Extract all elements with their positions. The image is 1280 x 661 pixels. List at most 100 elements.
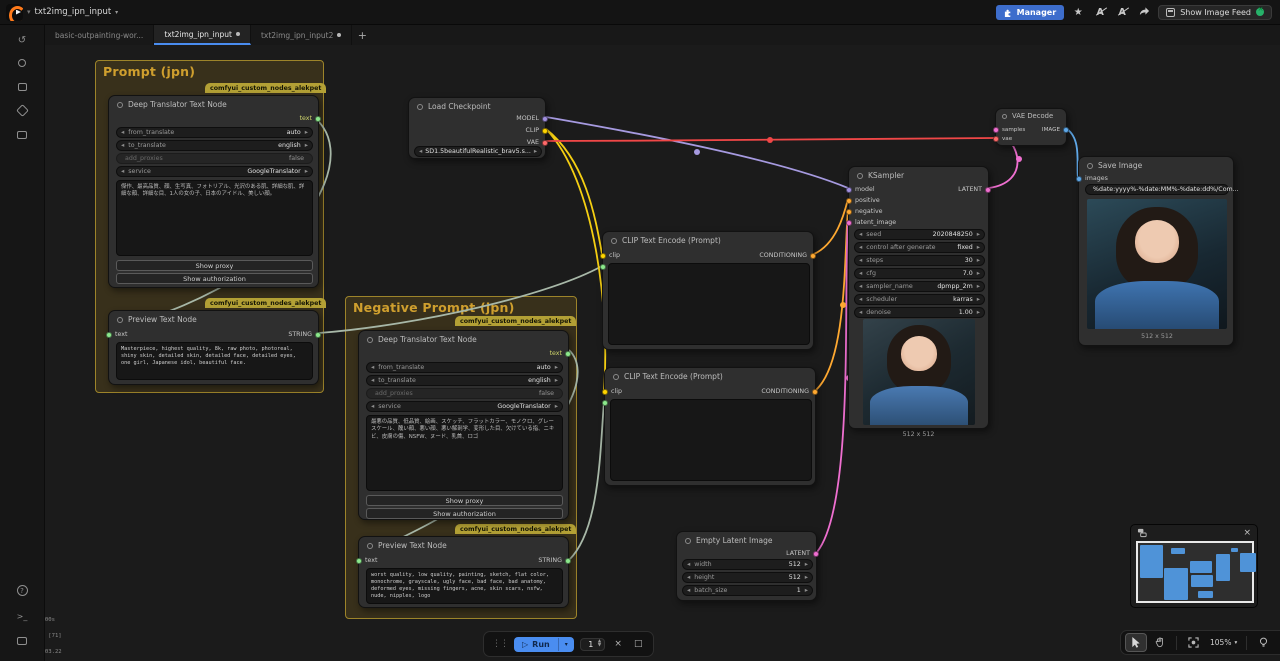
prev-arrow-icon[interactable]: ◂ — [419, 148, 422, 155]
count-spinner[interactable]: ▲▼ — [598, 640, 601, 649]
node-canvas[interactable]: Prompt (jpn) Negative Prompt (jpn) — [0, 0, 1280, 661]
minimap-layers-icon[interactable] — [1137, 528, 1148, 538]
terminal-icon[interactable]: >_ — [14, 609, 30, 625]
output-latent[interactable]: LATENT — [958, 186, 991, 193]
cancel-run-button[interactable]: × — [611, 639, 625, 649]
output-text[interactable]: text — [300, 115, 321, 122]
collapse-dot-icon[interactable] — [1087, 163, 1093, 169]
show-proxy-button[interactable]: Show proxy — [366, 495, 563, 506]
output-string[interactable]: STRING — [288, 331, 321, 338]
collapse-dot-icon[interactable] — [613, 374, 619, 380]
collapse-dot-icon[interactable] — [685, 538, 691, 544]
prev-arrow-icon[interactable]: ◂ — [687, 574, 690, 581]
prompt-textarea[interactable]: 最悪の品質、低品質、絵画、スケッチ、フラットカラー、モノクロ、グレースケール、醜… — [366, 415, 563, 491]
drag-handle-icon[interactable]: ⋮⋮ — [492, 639, 508, 649]
hide-labels-icon[interactable]: A — [1114, 7, 1130, 18]
node-load-checkpoint[interactable]: Load Checkpoint MODEL CLIP VAE ◂SD1.5bea… — [408, 97, 546, 159]
next-arrow-icon[interactable]: ▸ — [305, 129, 308, 136]
node-save-image[interactable]: Save Image images %date:yyyy%-%date:MM%-… — [1078, 156, 1234, 346]
output-image[interactable]: IMAGE — [1042, 127, 1069, 133]
input-latent-image[interactable]: latent_image — [846, 219, 896, 226]
prev-arrow-icon[interactable]: ◂ — [859, 270, 862, 277]
output-latent[interactable]: LATENT — [786, 550, 819, 557]
next-arrow-icon[interactable]: ▸ — [805, 574, 808, 581]
show-authorization-button[interactable]: Show authorization — [366, 508, 563, 519]
new-tab-button[interactable]: + — [352, 25, 372, 45]
collapse-dot-icon[interactable] — [1002, 114, 1007, 119]
output-model[interactable]: MODEL — [516, 115, 548, 122]
preview-text-area[interactable]: worst quality, low quality, painting, sk… — [366, 568, 563, 604]
next-arrow-icon[interactable]: ▸ — [534, 148, 537, 155]
collapse-dot-icon[interactable] — [417, 104, 423, 110]
workflows-history-icon[interactable]: ↺ — [14, 33, 30, 49]
node-library-icon[interactable] — [14, 81, 30, 97]
prev-arrow-icon[interactable]: ◂ — [859, 257, 862, 264]
queue-icon[interactable] — [14, 57, 30, 73]
node-vae-decode[interactable]: VAE Decode samples IMAGE vae — [995, 108, 1067, 146]
prev-arrow-icon[interactable]: ◂ — [859, 231, 862, 238]
fit-view-button[interactable] — [1182, 633, 1204, 652]
output-string[interactable]: STRING — [538, 557, 571, 564]
toggle-link-visibility-button[interactable] — [1252, 633, 1274, 652]
widget-sampler-name[interactable]: ◂sampler_namedpmpp_2m▸ — [854, 281, 985, 292]
output-conditioning[interactable]: CONDITIONING — [759, 252, 816, 259]
next-arrow-icon[interactable]: ▸ — [305, 168, 308, 175]
minimap-viewport[interactable] — [1136, 541, 1254, 603]
prev-arrow-icon[interactable]: ◂ — [121, 129, 124, 136]
input-negative[interactable]: negative — [846, 208, 883, 215]
prev-arrow-icon[interactable]: ◂ — [371, 403, 374, 410]
tab-txt2img-ipn-input[interactable]: txt2img_ipn_input — [154, 25, 251, 45]
next-arrow-icon[interactable]: ▸ — [555, 364, 558, 371]
next-arrow-icon[interactable]: ▸ — [977, 270, 980, 277]
prev-arrow-icon[interactable]: ◂ — [687, 587, 690, 594]
select-tool-button[interactable] — [1125, 633, 1147, 652]
input-text[interactable]: text — [356, 557, 377, 564]
minimap-close-icon[interactable]: × — [1243, 528, 1251, 538]
next-arrow-icon[interactable]: ▸ — [977, 231, 980, 238]
widget-filename-prefix[interactable]: %date:yyyy%-%date:MM%-%date:dd%/Com... — [1085, 184, 1229, 195]
prev-arrow-icon[interactable]: ◂ — [859, 296, 862, 303]
widget-add-proxies[interactable]: add_proxiesfalse — [116, 153, 313, 164]
next-arrow-icon[interactable]: ▸ — [805, 561, 808, 568]
input-clip[interactable]: clip — [600, 252, 620, 259]
collapse-dot-icon[interactable] — [611, 238, 617, 244]
comfyui-logo-icon[interactable] — [6, 4, 23, 21]
next-arrow-icon[interactable]: ▸ — [305, 142, 308, 149]
prev-arrow-icon[interactable]: ◂ — [859, 244, 862, 251]
output-clip[interactable]: CLIP — [525, 127, 548, 134]
share-icon[interactable] — [1136, 6, 1152, 19]
widget-from-translate[interactable]: ◂from_translateauto▸ — [366, 362, 563, 373]
workflow-name-menu[interactable]: txt2img_ipn_input▾ — [35, 7, 119, 17]
output-vae[interactable]: VAE — [527, 139, 548, 146]
widget-height[interactable]: ◂height512▸ — [682, 572, 813, 583]
feed-toggle-icon[interactable] — [1256, 8, 1264, 16]
clip-textarea[interactable] — [608, 263, 810, 345]
input-samples[interactable]: samples — [993, 127, 1025, 133]
model-library-icon[interactable] — [14, 105, 30, 121]
collapse-dot-icon[interactable] — [117, 317, 123, 323]
widget-denoise[interactable]: ◂denoise1.00▸ — [854, 307, 985, 318]
widget-batch-size[interactable]: ◂batch_size1▸ — [682, 585, 813, 596]
node-clip-text-encode-positive[interactable]: CLIP Text Encode (Prompt) clip CONDITION… — [602, 231, 814, 350]
input-model[interactable]: model — [846, 186, 875, 193]
prev-arrow-icon[interactable]: ◂ — [121, 142, 124, 149]
next-arrow-icon[interactable]: ▸ — [555, 377, 558, 384]
node-deep-translator-negative[interactable]: Deep Translator Text Node text ◂from_tra… — [358, 330, 569, 520]
widget-seed[interactable]: ◂seed2020848250▸ — [854, 229, 985, 240]
output-text[interactable]: text — [550, 350, 571, 357]
help-icon[interactable]: ? — [14, 583, 30, 599]
widget-steps[interactable]: ◂steps30▸ — [854, 255, 985, 266]
widget-from-translate[interactable]: ◂from_translateauto▸ — [116, 127, 313, 138]
collapse-dot-icon[interactable] — [117, 102, 123, 108]
show-proxy-button[interactable]: Show proxy — [116, 260, 313, 271]
star-icon[interactable]: ★ — [1070, 7, 1086, 18]
collapse-dot-icon[interactable] — [367, 337, 373, 343]
next-arrow-icon[interactable]: ▸ — [977, 244, 980, 251]
prev-arrow-icon[interactable]: ◂ — [371, 364, 374, 371]
toggle-minimap-button[interactable] — [1276, 633, 1280, 652]
input-vae[interactable]: vae — [993, 136, 1012, 142]
hide-badges-icon[interactable]: A — [1092, 7, 1108, 18]
show-image-feed-button[interactable]: Show Image Feed — [1158, 5, 1272, 20]
widget-control-after-generate[interactable]: ◂control after generatefixed▸ — [854, 242, 985, 253]
input-clip[interactable]: clip — [602, 388, 622, 395]
